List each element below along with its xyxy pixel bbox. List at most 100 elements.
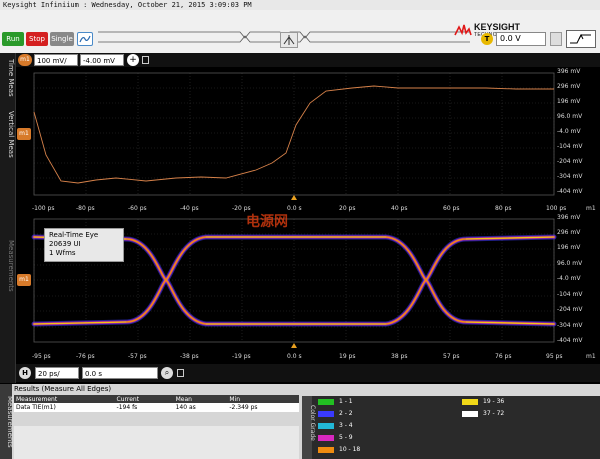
x-tick-label: 60 ps <box>443 205 460 212</box>
results-side-label: Measurements <box>6 396 14 448</box>
grade-entry: 5 - 9 <box>318 434 353 442</box>
y-tick-label: 196 mV <box>557 244 581 251</box>
zoom-waveform-svg <box>33 72 555 200</box>
x-tick-label: -100 ps <box>32 205 55 212</box>
grade-range: 1 - 1 <box>339 398 353 405</box>
autoscale-icon[interactable] <box>77 32 93 46</box>
tab-time-meas[interactable]: Time Meas <box>1 55 15 101</box>
watermark: 电源网 <box>246 214 288 230</box>
eye-info-ui-count: 20639 UI <box>49 240 81 248</box>
trigger-edge-icon[interactable] <box>566 30 596 48</box>
keysight-wave-icon <box>454 24 472 36</box>
channel-menu-icon[interactable] <box>142 56 149 64</box>
trigger-level-stepper[interactable] <box>550 32 562 46</box>
trigger-position-marker <box>291 195 297 200</box>
color-grade-label: Color Grade <box>309 405 316 441</box>
timebase-menu-icon[interactable] <box>177 369 184 377</box>
toolbar: Run Stop Single KEYSIGHTTECHNOLOGIES T 0… <box>0 10 600 53</box>
x-tick-label: 100 ps <box>546 205 567 212</box>
grade-range: 10 - 18 <box>339 446 361 453</box>
trigger-mode-icon[interactable] <box>280 32 298 48</box>
brand-name: KEYSIGHT <box>474 22 521 32</box>
zoom-waveform-plot[interactable]: m1 396 mV 296 mV 196 mV 96.0 mV -4.0 mV … <box>16 67 600 212</box>
y-tick-label: 296 mV <box>557 229 581 236</box>
x-tick-label: 95 ps <box>546 353 563 360</box>
y-tick-label: -104 mV <box>557 143 583 150</box>
window-title-bar: Keysight Infiniium : Wednesday, October … <box>0 0 600 10</box>
column-header: Mean <box>173 395 228 403</box>
grade-swatch <box>462 398 478 405</box>
grade-entry: 3 - 4 <box>318 422 353 430</box>
tab-measurements[interactable]: Measurements <box>1 231 15 301</box>
zoom-search-icon[interactable]: ⌕ <box>161 367 173 379</box>
color-grade-legend: Color Grade 1 - 1 2 - 2 3 - 4 5 - 9 10 -… <box>302 396 600 459</box>
x-tick-label: 38 ps <box>391 353 408 360</box>
results-empty-area <box>14 426 299 459</box>
x-tick-label: -57 ps <box>128 353 147 360</box>
y-tick-label: -104 mV <box>557 291 583 298</box>
grade-swatch <box>318 410 334 417</box>
grade-range: 2 - 2 <box>339 410 353 417</box>
x-tick-label: 76 ps <box>495 353 512 360</box>
grade-entry: 19 - 36 <box>462 398 504 406</box>
y-tick-label: -304 mV <box>557 322 583 329</box>
y-tick-label: 396 mV <box>557 68 581 75</box>
measurement-mean: 140 as <box>173 403 228 412</box>
measurement-min: -2.349 ps <box>227 403 299 412</box>
channel-badge[interactable]: m1 <box>18 54 32 66</box>
channel-ground-marker[interactable]: m1 <box>17 128 31 140</box>
y-tick-label: -404 mV <box>557 188 583 195</box>
x-unit-label: m1 <box>586 205 596 212</box>
run-button[interactable]: Run <box>2 32 24 46</box>
x-tick-label: -60 ps <box>128 205 147 212</box>
x-tick-label: -80 ps <box>76 205 95 212</box>
tab-vertical-meas[interactable]: Vertical Meas <box>1 105 15 163</box>
x-unit-label: m1 <box>586 353 596 360</box>
grade-swatch <box>318 446 334 453</box>
x-tick-label: -40 ps <box>180 205 199 212</box>
color-grade-tab[interactable]: Color Grade <box>302 396 316 459</box>
column-header: Min <box>227 395 299 403</box>
y-tick-label: 96.0 mV <box>557 260 583 267</box>
x-tick-label: 57 ps <box>443 353 460 360</box>
x-tick-label: -76 ps <box>76 353 95 360</box>
y-tick-label: 296 mV <box>557 83 581 90</box>
eye-info-title: Real-Time Eye <box>49 231 99 239</box>
grade-entry: 2 - 2 <box>318 410 353 418</box>
grade-range: 5 - 9 <box>339 434 353 441</box>
vertical-scale-input[interactable]: 100 mV/ <box>34 54 78 66</box>
trigger-level-input[interactable]: 0.0 V <box>496 32 546 46</box>
x-tick-label: 0.0 s <box>287 205 302 212</box>
y-tick-label: -304 mV <box>557 173 583 180</box>
eye-channel-marker[interactable]: m1 <box>17 274 31 286</box>
table-header-row: Measurement Current Mean Min <box>14 395 299 403</box>
eye-diagram-plot[interactable]: m1 Real-Time Eye 20639 UI 1 Wfms 电源网 396… <box>16 214 600 360</box>
y-tick-label: -204 mV <box>557 158 583 165</box>
table-row[interactable]: Data TIE(m1) -194 fs 140 as -2.349 ps <box>14 403 299 412</box>
measurement-name: Data TIE(m1) <box>14 403 115 412</box>
x-tick-label: 20 ps <box>339 205 356 212</box>
time-scale-input[interactable]: 20 ps/ <box>35 367 79 379</box>
grade-range: 3 - 4 <box>339 422 353 429</box>
stop-button[interactable]: Stop <box>26 32 48 46</box>
vertical-offset-input[interactable]: -4.00 mV <box>80 54 124 66</box>
y-tick-label: -404 mV <box>557 337 583 344</box>
side-tabs: Time Meas Vertical Meas Measurements <box>0 53 16 383</box>
grade-range: 37 - 72 <box>483 410 505 417</box>
time-delay-input[interactable]: 0.0 s <box>82 367 158 379</box>
results-side-tab[interactable]: Measurements <box>0 384 14 459</box>
results-title: Results (Measure All Edges) <box>14 385 112 393</box>
eye-info-box: Real-Time Eye 20639 UI 1 Wfms <box>44 228 124 262</box>
y-tick-label: -4.0 mV <box>557 275 581 282</box>
y-tick-label: 96.0 mV <box>557 113 583 120</box>
x-tick-label: 19 ps <box>339 353 356 360</box>
eye-info-waveforms: 1 Wfms <box>49 249 76 257</box>
grade-swatch <box>318 398 334 405</box>
horizontal-badge[interactable]: H <box>19 367 31 379</box>
grade-entry: 1 - 1 <box>318 398 353 406</box>
grade-swatch <box>318 422 334 429</box>
y-tick-label: 196 mV <box>557 98 581 105</box>
y-tick-label: -4.0 mV <box>557 128 581 135</box>
add-channel-icon[interactable]: + <box>127 54 139 66</box>
single-button[interactable]: Single <box>50 32 74 46</box>
